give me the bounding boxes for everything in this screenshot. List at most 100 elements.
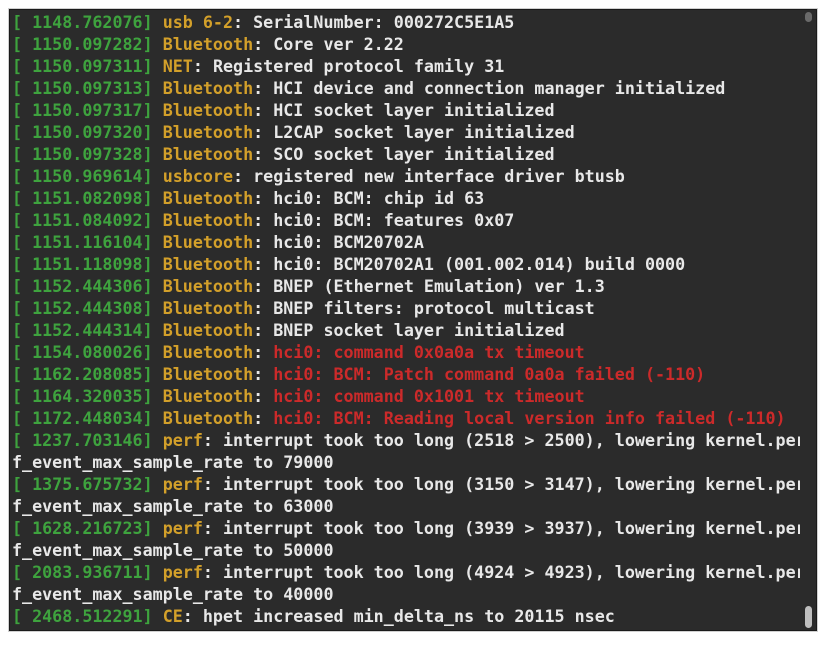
subsystem-label: perf	[162, 430, 203, 450]
vertical-scrollbar[interactable]	[802, 10, 816, 630]
timestamp: 1150.097317	[32, 100, 143, 120]
timestamp-open-bracket: [	[12, 100, 33, 120]
terminal-output[interactable]: [ 1148.762076] usb 6-2: SerialNumber: 00…	[12, 11, 800, 629]
timestamp-open-bracket: [	[12, 12, 33, 32]
log-message: BNEP socket layer initialized	[273, 320, 565, 340]
log-line: [ 1152.444306] Bluetooth: BNEP (Ethernet…	[12, 275, 800, 297]
separator: :	[253, 232, 274, 252]
timestamp-open-bracket: [	[12, 34, 33, 54]
timestamp-close-bracket: ]	[142, 12, 163, 32]
timestamp: 1150.097313	[32, 78, 143, 98]
timestamp: 1151.116104	[32, 232, 143, 252]
log-line: [ 1237.703146] perf: interrupt took too …	[12, 429, 800, 451]
timestamp-close-bracket: ]	[142, 254, 163, 274]
log-message: Core ver 2.22	[273, 34, 404, 54]
log-message: HCI device and connection manager initia…	[273, 78, 726, 98]
timestamp: 2083.936711	[32, 562, 143, 582]
log-line: [ 1172.448034] Bluetooth: hci0: BCM: Rea…	[12, 407, 800, 429]
timestamp-close-bracket: ]	[142, 100, 163, 120]
timestamp-open-bracket: [	[12, 276, 33, 296]
subsystem-label: Bluetooth	[162, 232, 254, 252]
separator: :	[253, 386, 274, 406]
log-line: [ 1150.097320] Bluetooth: L2CAP socket l…	[12, 121, 800, 143]
log-line: [ 1151.084092] Bluetooth: hci0: BCM: fea…	[12, 209, 800, 231]
timestamp: 1154.080026	[32, 342, 143, 362]
log-line: [ 1150.097311] NET: Registered protocol …	[12, 55, 800, 77]
separator: :	[253, 276, 274, 296]
subsystem-label: Bluetooth	[162, 78, 254, 98]
timestamp-close-bracket: ]	[142, 78, 163, 98]
separator: :	[202, 562, 223, 582]
subsystem-label: Bluetooth	[162, 254, 254, 274]
log-message: HCI socket layer initialized	[273, 100, 555, 120]
timestamp-open-bracket: [	[12, 518, 33, 538]
timestamp-open-bracket: [	[12, 430, 33, 450]
timestamp: 1151.084092	[32, 210, 143, 230]
log-line: [ 1150.097328] Bluetooth: SCO socket lay…	[12, 143, 800, 165]
log-message: hci0: command 0x0a0a tx timeout	[273, 342, 585, 362]
separator: :	[233, 12, 254, 32]
separator: :	[253, 78, 274, 98]
log-message: f_event_max_sample_rate to 79000	[12, 452, 334, 472]
separator: :	[253, 100, 274, 120]
log-message: registered new interface driver btusb	[253, 166, 625, 186]
timestamp-close-bracket: ]	[142, 276, 163, 296]
subsystem-label: perf	[162, 562, 203, 582]
log-message: BNEP (Ethernet Emulation) ver 1.3	[273, 276, 605, 296]
scrollbar-thumb[interactable]	[805, 606, 812, 628]
timestamp: 1237.703146	[32, 430, 143, 450]
timestamp-open-bracket: [	[12, 606, 33, 626]
log-message: interrupt took too long (3150 > 3147), l…	[222, 474, 800, 494]
log-message: Registered protocol family 31	[212, 56, 505, 76]
separator: :	[233, 166, 254, 186]
timestamp: 1152.444308	[32, 298, 143, 318]
timestamp-close-bracket: ]	[142, 518, 163, 538]
timestamp-open-bracket: [	[12, 232, 33, 252]
separator: :	[202, 518, 223, 538]
timestamp: 1150.097282	[32, 34, 143, 54]
subsystem-label: perf	[162, 474, 203, 494]
timestamp: 1150.969614	[32, 166, 143, 186]
subsystem-label: Bluetooth	[162, 386, 254, 406]
timestamp-open-bracket: [	[12, 562, 33, 582]
timestamp-close-bracket: ]	[142, 430, 163, 450]
log-message: hci0: command 0x1001 tx timeout	[273, 386, 585, 406]
subsystem-label: perf	[162, 518, 203, 538]
timestamp: 1164.320035	[32, 386, 143, 406]
separator: :	[253, 298, 274, 318]
subsystem-label: Bluetooth	[162, 188, 254, 208]
timestamp-open-bracket: [	[12, 408, 33, 428]
separator: :	[253, 320, 274, 340]
log-line: [ 1152.444314] Bluetooth: BNEP socket la…	[12, 319, 800, 341]
timestamp-open-bracket: [	[12, 474, 33, 494]
scrollbar-top-marker	[805, 12, 812, 22]
subsystem-label: CE	[162, 606, 183, 626]
separator: :	[253, 364, 274, 384]
subsystem-label: Bluetooth	[162, 342, 254, 362]
separator: :	[182, 606, 203, 626]
timestamp: 1150.097328	[32, 144, 143, 164]
log-line: [ 1162.208085] Bluetooth: hci0: BCM: Pat…	[12, 363, 800, 385]
timestamp: 1151.082098	[32, 188, 143, 208]
timestamp-open-bracket: [	[12, 320, 33, 340]
log-line: f_event_max_sample_rate to 50000	[12, 539, 800, 561]
separator: :	[253, 122, 274, 142]
timestamp-open-bracket: [	[12, 342, 33, 362]
timestamp: 1150.097311	[32, 56, 143, 76]
timestamp-open-bracket: [	[12, 210, 33, 230]
timestamp-open-bracket: [	[12, 122, 33, 142]
timestamp-open-bracket: [	[12, 166, 33, 186]
timestamp-close-bracket: ]	[142, 606, 163, 626]
timestamp-open-bracket: [	[12, 188, 33, 208]
subsystem-label: Bluetooth	[162, 122, 254, 142]
timestamp: 1152.444314	[32, 320, 143, 340]
timestamp-close-bracket: ]	[142, 320, 163, 340]
separator: :	[253, 188, 274, 208]
log-message: interrupt took too long (4924 > 4923), l…	[222, 562, 800, 582]
log-message: hci0: BCM: Reading local version info fa…	[273, 408, 786, 428]
log-line: [ 1164.320035] Bluetooth: hci0: command …	[12, 385, 800, 407]
timestamp-close-bracket: ]	[142, 144, 163, 164]
log-line: [ 2083.936711] perf: interrupt took too …	[12, 561, 800, 583]
separator: :	[253, 34, 274, 54]
separator: :	[253, 254, 274, 274]
